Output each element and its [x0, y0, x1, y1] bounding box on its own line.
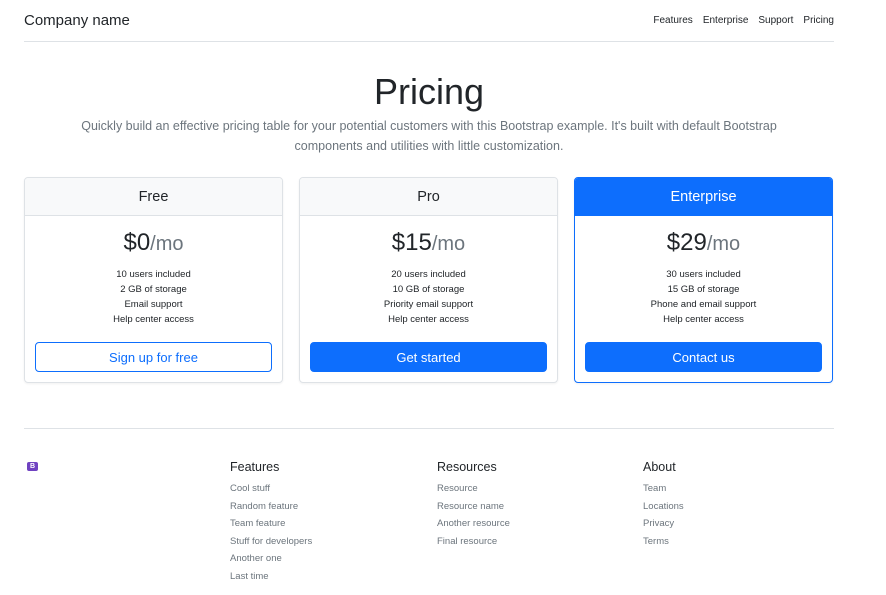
- footer-link[interactable]: Team feature: [230, 518, 285, 529]
- site-header: Company name Features Enterprise Support…: [24, 0, 834, 42]
- site-footer: B Features Cool stuff Random feature Tea…: [24, 460, 834, 585]
- nav-link-pricing[interactable]: Pricing: [803, 15, 834, 26]
- contact-us-button[interactable]: Contact us: [585, 342, 822, 372]
- plan-body: $29/mo 30 users included 15 GB of storag…: [575, 216, 832, 382]
- plan-card-free: Free $0/mo 10 users included 2 GB of sto…: [24, 177, 283, 383]
- plan-price: $0/mo: [35, 228, 272, 259]
- plan-feature: Priority email support: [383, 299, 474, 310]
- footer-divider: [24, 428, 834, 429]
- footer-link[interactable]: Last time: [230, 571, 269, 582]
- footer-link[interactable]: Cool stuff: [230, 483, 270, 494]
- brand-name[interactable]: Company name: [24, 12, 130, 29]
- footer-link[interactable]: Another one: [230, 553, 282, 564]
- plan-feature: Help center access: [388, 314, 469, 325]
- footer-link[interactable]: Random feature: [230, 501, 298, 512]
- footer-column-title: Features: [230, 460, 280, 474]
- plan-body: $15/mo 20 users included 10 GB of storag…: [300, 216, 557, 382]
- plan-feature: Help center access: [663, 314, 744, 325]
- top-nav: Features Enterprise Support Pricing: [653, 15, 834, 26]
- plan-price: $15/mo: [310, 228, 547, 259]
- plan-feature: 30 users included: [666, 269, 741, 280]
- footer-column-features: Features Cool stuff Random feature Team …: [230, 460, 312, 585]
- footer-link[interactable]: Resource name: [437, 501, 504, 512]
- footer-link[interactable]: Locations: [643, 501, 684, 512]
- footer-link-list: Team Locations Privacy Terms: [643, 480, 684, 550]
- footer-link[interactable]: Resource: [437, 483, 478, 494]
- plan-features: 20 users included 10 GB of storage Prior…: [310, 267, 547, 327]
- plan-feature: Phone and email support: [650, 299, 757, 310]
- footer-link[interactable]: Final resource: [437, 536, 497, 547]
- footer-link[interactable]: Terms: [643, 536, 669, 547]
- get-started-button[interactable]: Get started: [310, 342, 547, 372]
- plan-name: Pro: [300, 178, 557, 216]
- plan-card-enterprise: Enterprise $29/mo 30 users included 15 G…: [574, 177, 833, 383]
- footer-link[interactable]: Privacy: [643, 518, 674, 529]
- plan-price: $29/mo: [585, 228, 822, 259]
- footer-column-about: About Team Locations Privacy Terms: [643, 460, 684, 550]
- pricing-cards: Free $0/mo 10 users included 2 GB of sto…: [24, 177, 834, 383]
- plan-features: 10 users included 2 GB of storage Email …: [35, 267, 272, 327]
- pricing-hero: Pricing Quickly build an effective prici…: [24, 72, 834, 156]
- footer-column-title: Resources: [437, 460, 497, 474]
- plan-feature: 15 GB of storage: [667, 284, 740, 295]
- plan-body: $0/mo 10 users included 2 GB of storage …: [25, 216, 282, 382]
- plan-name: Enterprise: [575, 178, 832, 216]
- footer-link[interactable]: Another resource: [437, 518, 510, 529]
- bootstrap-icon[interactable]: B: [27, 462, 38, 471]
- footer-column-title: About: [643, 460, 676, 474]
- plan-feature: 10 users included: [116, 269, 191, 280]
- page-lead: Quickly build an effective pricing table…: [81, 119, 777, 153]
- sign-up-button[interactable]: Sign up for free: [35, 342, 272, 372]
- price-amount: $0: [123, 229, 151, 256]
- plan-feature: 10 GB of storage: [392, 284, 465, 295]
- footer-link[interactable]: Team: [643, 483, 666, 494]
- price-period: /mo: [150, 233, 184, 255]
- plan-feature: Email support: [124, 299, 183, 310]
- nav-link-features[interactable]: Features: [653, 15, 692, 26]
- plan-name: Free: [25, 178, 282, 216]
- price-amount: $15: [391, 229, 432, 256]
- price-period: /mo: [431, 233, 466, 255]
- price-period: /mo: [706, 233, 741, 255]
- footer-link[interactable]: Stuff for developers: [230, 536, 312, 547]
- page-title: Pricing: [373, 71, 485, 112]
- price-amount: $29: [666, 229, 707, 256]
- footer-link-list: Resource Resource name Another resource …: [437, 480, 510, 550]
- plan-feature: 20 users included: [391, 269, 466, 280]
- plan-features: 30 users included 15 GB of storage Phone…: [585, 267, 822, 327]
- nav-link-support[interactable]: Support: [758, 15, 793, 26]
- plan-feature: 2 GB of storage: [120, 284, 187, 295]
- footer-link-list: Cool stuff Random feature Team feature S…: [230, 480, 312, 585]
- nav-link-enterprise[interactable]: Enterprise: [703, 15, 749, 26]
- plan-card-pro: Pro $15/mo 20 users included 10 GB of st…: [299, 177, 558, 383]
- footer-column-resources: Resources Resource Resource name Another…: [437, 460, 510, 550]
- plan-feature: Help center access: [113, 314, 194, 325]
